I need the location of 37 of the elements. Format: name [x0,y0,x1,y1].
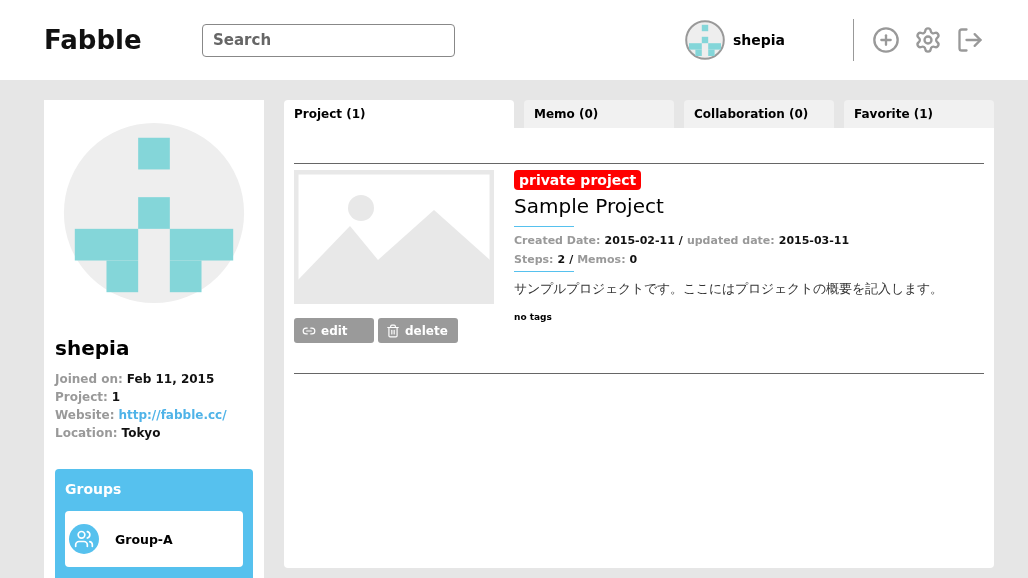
profile-name: shepia [55,336,131,360]
tab[interactable]: Collaboration (0) [684,100,834,128]
group-item[interactable]: Group-A [65,511,243,567]
meta-value: 2015-03-11 [778,233,850,249]
logout-icon[interactable] [956,26,984,54]
add-icon[interactable] [872,26,900,54]
meta-value: 0 [629,252,638,268]
tab[interactable]: Memo (0) [524,100,674,128]
search-field[interactable]: Search [202,23,455,57]
meta-label: updated date: [686,233,775,249]
project-description: サンプルプロジェクトです。ここにはプロジェクトの概要を記入します。 [514,280,943,298]
field-label: Joined on: [55,371,123,388]
group-icon [69,524,99,554]
tags-text: no tags [514,312,553,322]
meta-value: 2015-02-11 [604,233,675,249]
meta-value: 2 [557,252,566,268]
logo[interactable]: Fabble [44,25,202,55]
tab[interactable]: Project (1) [284,100,514,128]
field-label: Website: [55,407,115,424]
field-value: Tokyo [121,425,161,442]
tab[interactable]: Favorite (1) [844,100,994,128]
field-value: Feb 11, 2015 [126,371,215,388]
meta-label: Steps: [514,252,554,268]
privacy-badge: private project [514,170,642,190]
field-label: Project: [55,389,108,406]
separator: / [678,233,683,249]
meta-label: Memos: [577,252,626,268]
settings-icon[interactable] [914,26,942,54]
field-label: Location: [55,425,118,442]
meta-label: Created Date: [514,233,601,249]
field-value: 1 [111,389,121,406]
avatar [684,20,725,60]
groups-title: Groups [65,481,123,497]
separator: / [569,252,574,268]
user-name[interactable]: shepia [732,32,785,48]
trash-icon [386,323,400,338]
project-title[interactable]: Sample Project [514,194,943,218]
